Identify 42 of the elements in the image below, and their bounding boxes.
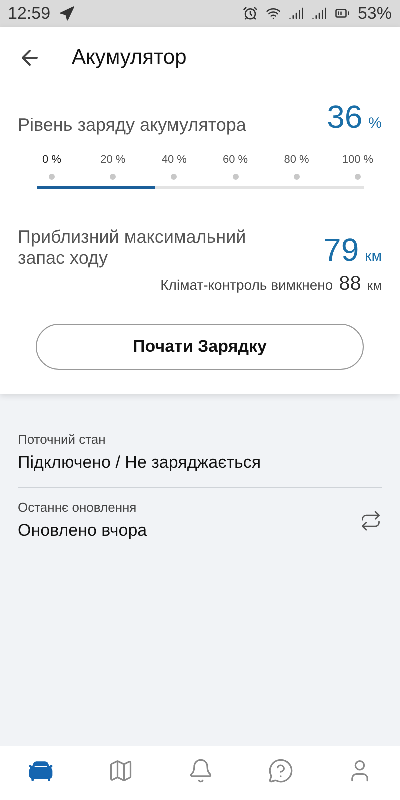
alarm-icon	[242, 6, 258, 21]
charge-unit: %	[368, 115, 382, 132]
range-label: Приблизний максимальний запас ходу	[18, 227, 248, 269]
start-charging-button[interactable]: Почати Зарядку	[36, 324, 364, 370]
bell-icon	[188, 758, 214, 784]
nav-tab[interactable]	[188, 758, 214, 784]
nav-tab[interactable]	[268, 758, 294, 784]
wifi-icon	[266, 6, 281, 21]
battery-percent: 53%	[358, 4, 392, 24]
refresh-icon[interactable]	[360, 510, 382, 532]
navigation-icon	[58, 6, 75, 22]
tick-dot	[49, 174, 55, 180]
tick-label: 20 %	[100, 154, 126, 166]
climate-label: Клімат-контроль вимкнено	[160, 277, 334, 293]
charge-value: 36	[327, 99, 363, 135]
tick-dot	[354, 174, 361, 180]
battery-icon	[334, 6, 350, 21]
climate-unit: км	[367, 278, 382, 293]
signal-icon	[288, 6, 304, 21]
tick-dot	[171, 174, 178, 180]
charge-label: Рівень заряду акумулятора	[18, 115, 246, 136]
status-time: 12:59	[8, 4, 51, 24]
info-value: Підключено / Не заряджається	[18, 453, 262, 473]
nav-tab[interactable]	[108, 758, 134, 784]
range-unit: км	[365, 248, 382, 265]
tick-dot	[294, 174, 300, 180]
tick-label: 0 %	[42, 154, 62, 166]
info-label: Поточний стан	[18, 432, 107, 447]
info-label: Останнє оновлення	[18, 500, 138, 515]
signal-icon	[312, 6, 327, 21]
page-title: Акумулятор	[72, 46, 187, 70]
tick-label: 40 %	[162, 154, 187, 166]
help-icon	[268, 758, 294, 784]
climate-value: 88	[339, 273, 362, 296]
tick-label: 80 %	[284, 154, 310, 166]
range-value: 79	[324, 232, 360, 268]
info-value: Оновлено вчора	[18, 521, 148, 541]
tick-label: 60 %	[223, 154, 248, 166]
tick-label: 100 %	[342, 154, 374, 166]
tick-dot	[110, 174, 116, 180]
tick-dot	[232, 174, 239, 180]
map-icon	[108, 758, 134, 784]
